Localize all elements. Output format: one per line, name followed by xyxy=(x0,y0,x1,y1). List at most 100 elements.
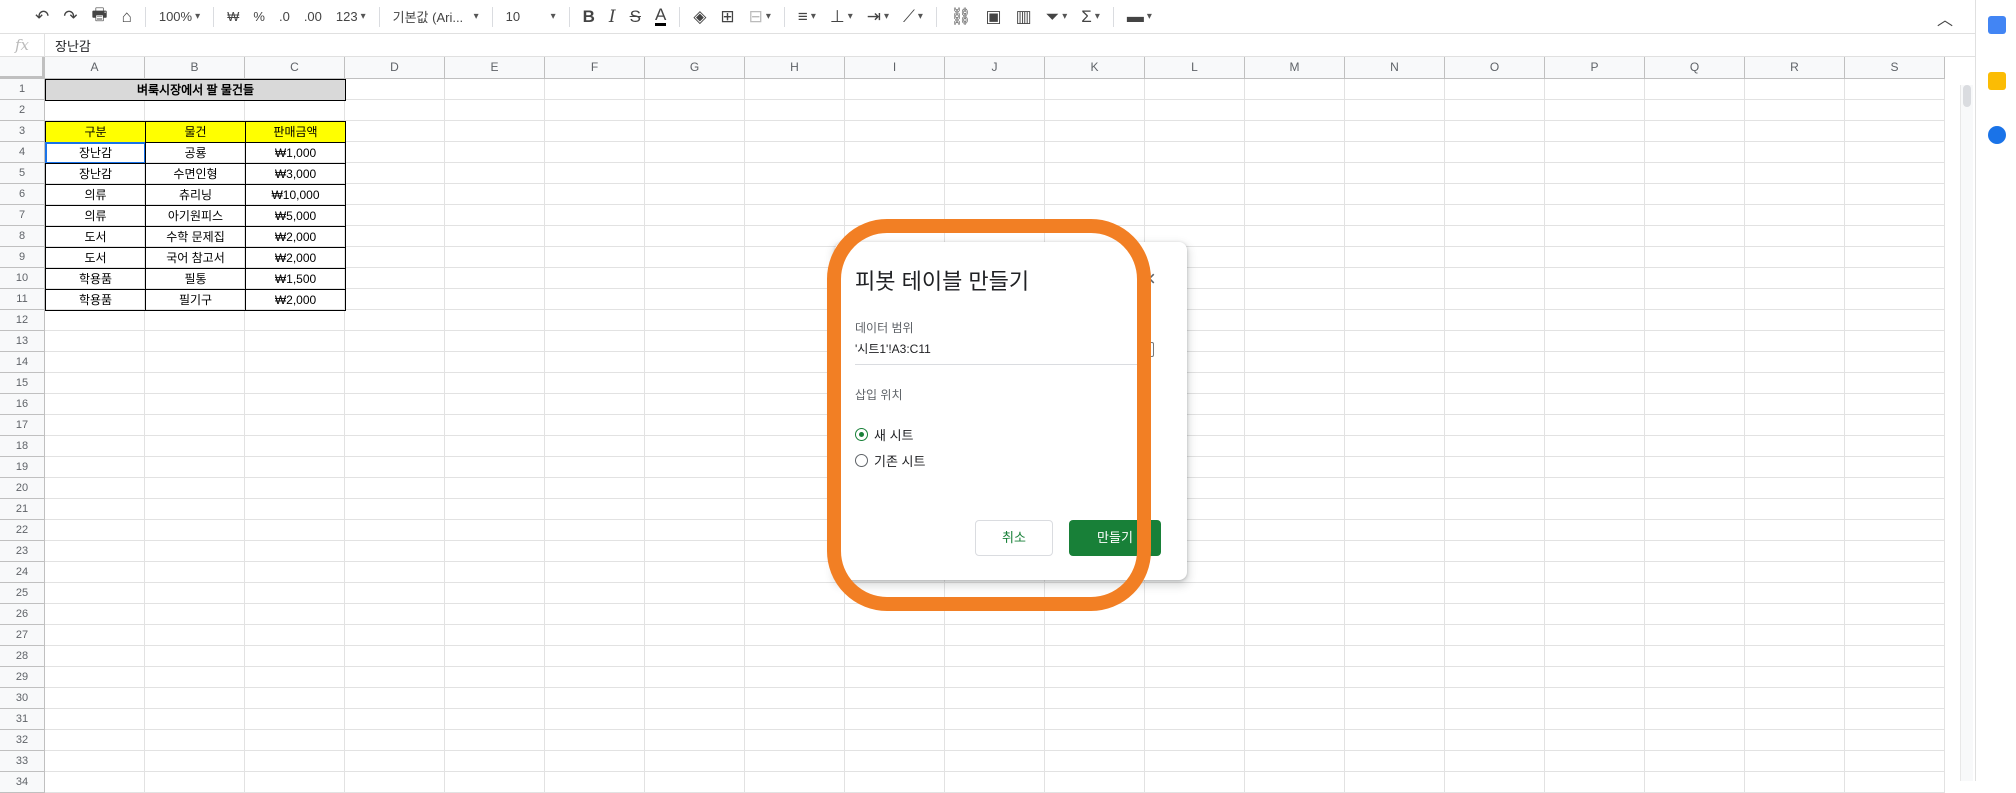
paint-format-button[interactable]: ⌂ xyxy=(117,4,137,30)
column-header[interactable]: S xyxy=(1845,57,1945,79)
column-header[interactable]: J xyxy=(945,57,1045,79)
row-header[interactable]: 31 xyxy=(0,709,45,730)
column-header[interactable]: R xyxy=(1745,57,1845,79)
table-cell[interactable]: 수학 문제집 xyxy=(145,226,246,248)
redo-button[interactable]: ↷ xyxy=(58,4,82,30)
column-header[interactable]: C xyxy=(245,57,345,79)
column-header[interactable]: H xyxy=(745,57,845,79)
row-header[interactable]: 12 xyxy=(0,310,45,331)
row-header[interactable]: 33 xyxy=(0,751,45,772)
column-header[interactable]: F xyxy=(545,57,645,79)
insert-chart-button[interactable]: ▥ xyxy=(1011,4,1037,30)
text-wrap-button[interactable]: ⇥ xyxy=(862,4,894,30)
table-cell[interactable]: 필통 xyxy=(145,268,246,290)
row-header[interactable]: 18 xyxy=(0,436,45,457)
radio-existing-sheet[interactable] xyxy=(855,454,868,467)
column-header[interactable]: A xyxy=(45,57,145,79)
table-header-cell[interactable]: 구분 xyxy=(45,121,146,143)
row-header[interactable]: 15 xyxy=(0,373,45,394)
row-header[interactable]: 28 xyxy=(0,646,45,667)
row-header[interactable]: 6 xyxy=(0,184,45,205)
more-formats-select[interactable]: 123 xyxy=(331,4,371,30)
calendar-icon[interactable] xyxy=(1988,16,2006,34)
column-header[interactable]: M xyxy=(1245,57,1345,79)
row-header[interactable]: 29 xyxy=(0,667,45,688)
table-header-cell[interactable]: 판매금액 xyxy=(245,121,346,143)
row-header[interactable]: 14 xyxy=(0,352,45,373)
table-cell[interactable]: 공룡 xyxy=(145,142,246,164)
column-header[interactable]: Q xyxy=(1645,57,1745,79)
column-header[interactable]: N xyxy=(1345,57,1445,79)
row-header[interactable]: 17 xyxy=(0,415,45,436)
row-header[interactable]: 13 xyxy=(0,331,45,352)
table-cell[interactable]: ₩1,500 xyxy=(245,268,346,290)
select-all-corner[interactable] xyxy=(0,57,45,79)
filter-button[interactable]: ⏷ xyxy=(1041,4,1073,30)
currency-format-button[interactable]: ₩ xyxy=(222,4,244,30)
borders-button[interactable]: ⊞ xyxy=(715,4,739,30)
text-color-button[interactable]: A xyxy=(650,4,671,30)
table-cell[interactable]: 장난감 xyxy=(45,163,146,185)
table-cell[interactable]: ₩1,000 xyxy=(245,142,346,164)
table-cell[interactable]: 학용품 xyxy=(45,268,146,290)
table-cell[interactable]: 츄리닝 xyxy=(145,184,246,206)
row-header[interactable]: 2 xyxy=(0,100,45,121)
column-header[interactable]: I xyxy=(845,57,945,79)
row-header[interactable]: 26 xyxy=(0,604,45,625)
row-header[interactable]: 34 xyxy=(0,772,45,793)
row-header[interactable]: 25 xyxy=(0,583,45,604)
table-cell[interactable]: 필기구 xyxy=(145,289,246,311)
row-header[interactable]: 9 xyxy=(0,247,45,268)
table-cell[interactable]: 장난감 xyxy=(45,142,146,164)
table-header-cell[interactable]: 물건 xyxy=(145,121,246,143)
fill-color-button[interactable]: ◈ xyxy=(688,4,711,30)
row-header[interactable]: 22 xyxy=(0,520,45,541)
row-header[interactable]: 24 xyxy=(0,562,45,583)
table-cell[interactable]: ₩2,000 xyxy=(245,226,346,248)
table-cell[interactable]: 아기원피스 xyxy=(145,205,246,227)
column-header[interactable]: O xyxy=(1445,57,1545,79)
table-cell[interactable]: 의류 xyxy=(45,205,146,227)
row-header[interactable]: 27 xyxy=(0,625,45,646)
scrollbar-thumb[interactable] xyxy=(1963,85,1971,107)
table-cell[interactable]: 도서 xyxy=(45,247,146,269)
formula-input[interactable]: 장난감 xyxy=(45,36,91,55)
row-header[interactable]: 7 xyxy=(0,205,45,226)
data-range-input[interactable]: '시트1'!A3:C11 xyxy=(855,340,1151,365)
row-header[interactable]: 11 xyxy=(0,289,45,310)
decrease-decimal-button[interactable]: .0 xyxy=(274,4,295,30)
table-cell[interactable]: 도서 xyxy=(45,226,146,248)
italic-button[interactable]: I xyxy=(604,4,621,30)
row-header[interactable]: 8 xyxy=(0,226,45,247)
column-header[interactable]: B xyxy=(145,57,245,79)
row-header[interactable]: 16 xyxy=(0,394,45,415)
column-header[interactable]: K xyxy=(1045,57,1145,79)
row-header[interactable]: 3 xyxy=(0,121,45,142)
table-cell[interactable]: 의류 xyxy=(45,184,146,206)
table-cell[interactable]: ₩5,000 xyxy=(245,205,346,227)
row-header[interactable]: 30 xyxy=(0,688,45,709)
vertical-scrollbar[interactable] xyxy=(1960,85,1973,781)
row-header[interactable]: 1 xyxy=(0,79,45,100)
row-header[interactable]: 19 xyxy=(0,457,45,478)
row-header[interactable]: 10 xyxy=(0,268,45,289)
font-size-select[interactable]: 10 xyxy=(501,4,561,30)
row-header[interactable]: 4 xyxy=(0,142,45,163)
table-cell[interactable]: 학용품 xyxy=(45,289,146,311)
vertical-align-button[interactable]: ⊥ xyxy=(825,4,858,30)
row-header[interactable]: 5 xyxy=(0,163,45,184)
keep-icon[interactable] xyxy=(1988,72,2006,90)
undo-button[interactable]: ↶ xyxy=(30,4,54,30)
insert-link-button[interactable]: ⛓ xyxy=(945,4,977,30)
font-select[interactable]: 기본값 (Ari... xyxy=(388,4,484,30)
percent-format-button[interactable]: % xyxy=(248,4,270,30)
collapse-menu-button[interactable]: ︿ xyxy=(1937,6,1953,30)
radio-new-sheet[interactable] xyxy=(855,428,868,441)
table-cell[interactable]: ₩2,000 xyxy=(245,247,346,269)
table-cell[interactable]: 수면인형 xyxy=(145,163,246,185)
text-rotation-button[interactable]: ⟋ xyxy=(898,4,928,30)
create-button[interactable]: 만들기 xyxy=(1069,520,1161,556)
print-button[interactable]: 🖶 xyxy=(87,4,113,30)
row-header[interactable]: 20 xyxy=(0,478,45,499)
strikethrough-button[interactable]: S xyxy=(625,4,646,30)
